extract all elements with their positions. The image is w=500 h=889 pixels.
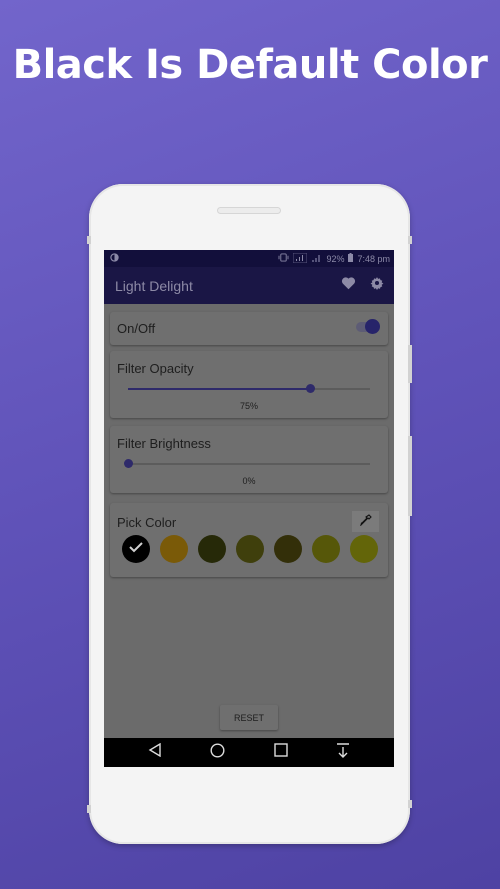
opacity-slider-fill [128, 388, 310, 390]
phone-side-button [408, 800, 412, 808]
app-screen: 92% 7:48 pm Light Delight On/Off Filter … [104, 250, 394, 767]
eyedropper-icon [359, 513, 372, 531]
phone-volume-button [408, 345, 412, 383]
vibrate-icon [278, 253, 289, 264]
opacity-slider-thumb[interactable] [305, 384, 315, 393]
clock: 7:48 pm [357, 253, 390, 264]
toggle-thumb[interactable] [365, 319, 380, 334]
navigation-bar [104, 738, 394, 767]
brightness-card: Filter Brightness 0% [110, 426, 388, 493]
brightness-value: 0% [242, 476, 256, 486]
opacity-label: Filter Opacity [117, 361, 194, 376]
phone-side-button [87, 805, 91, 813]
eyedropper-button[interactable] [352, 511, 379, 532]
check-icon [128, 540, 144, 558]
opacity-card: Filter Opacity 75% [110, 351, 388, 418]
app-title: Light Delight [115, 277, 193, 294]
brightness-slider-thumb[interactable] [124, 459, 133, 468]
pick-color-label: Pick Color [117, 515, 177, 530]
status-bar: 92% 7:48 pm [104, 250, 394, 267]
brightness-slider[interactable] [124, 459, 370, 468]
recents-icon[interactable] [273, 743, 288, 762]
notification-pull-icon[interactable] [336, 742, 350, 763]
color-swatch[interactable] [312, 535, 340, 563]
phone-power-button [408, 436, 412, 516]
phone-side-button [408, 236, 412, 244]
home-icon[interactable] [210, 742, 225, 763]
color-swatch[interactable] [122, 535, 150, 563]
onoff-card: On/Off [110, 312, 388, 345]
phone-speaker [217, 207, 281, 214]
signal-weak-icon [311, 253, 322, 264]
reset-button[interactable]: RESET [220, 705, 278, 730]
signal-icon [292, 252, 308, 265]
phone-side-button [87, 236, 91, 244]
brightness-label: Filter Brightness [117, 436, 211, 451]
battery-percent: 92% [326, 253, 345, 264]
heart-icon[interactable] [341, 276, 356, 295]
back-icon[interactable] [148, 742, 162, 762]
pick-color-card: Pick Color [110, 503, 388, 577]
night-mode-icon [110, 253, 119, 264]
color-swatch[interactable] [198, 535, 226, 563]
color-swatch[interactable] [350, 535, 378, 563]
battery-icon [348, 253, 354, 264]
color-swatch[interactable] [274, 535, 302, 563]
onoff-label: On/Off [117, 321, 156, 336]
color-swatches [122, 535, 378, 563]
opacity-slider[interactable] [128, 384, 370, 393]
color-swatch[interactable] [160, 535, 188, 563]
color-swatch[interactable] [236, 535, 264, 563]
promo-headline: Black Is Default Color [12, 42, 488, 88]
gear-icon[interactable] [370, 276, 384, 295]
app-bar: Light Delight [104, 267, 394, 304]
opacity-value: 75% [239, 401, 258, 411]
onoff-toggle[interactable] [356, 319, 380, 334]
